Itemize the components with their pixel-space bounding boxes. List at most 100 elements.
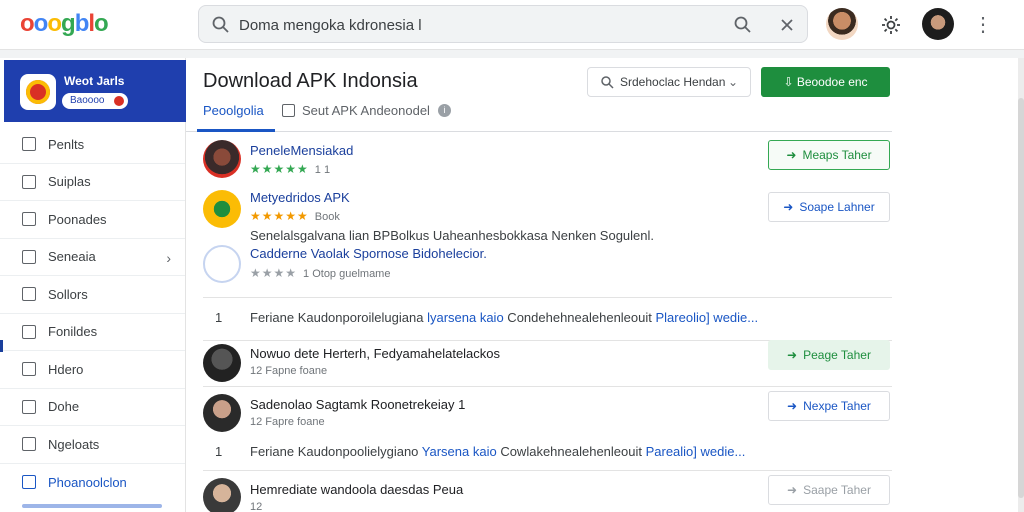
desc-link[interactable]: Parealio] wedie... xyxy=(646,444,746,459)
sidebar-item-label: Fonildes xyxy=(48,324,98,340)
sidebar-item-9[interactable]: Ngeloats xyxy=(0,426,185,464)
star-rating-icon: ★★★★ xyxy=(250,266,298,280)
filter-checkbox[interactable] xyxy=(282,104,295,117)
search-bar[interactable] xyxy=(198,5,808,43)
account-avatar[interactable] xyxy=(826,8,858,40)
search-icon xyxy=(212,16,229,33)
section-description: Feriane Kaudonporoilelugiana lyarsena ka… xyxy=(250,310,758,325)
info-icon[interactable]: i xyxy=(438,104,451,117)
person-name[interactable]: Sadenolao Sagtamk Roonetrekeiay 1 xyxy=(250,397,465,412)
sidebar-item-label: Seneaia xyxy=(48,249,96,265)
desc-text: Feriane Kaudonpoolielygiano xyxy=(250,444,422,459)
more-menu-icon[interactable]: ⋮ xyxy=(972,12,994,36)
row-action-label: Meaps Taher xyxy=(802,148,872,162)
user-avatar xyxy=(203,478,241,512)
person-meta: 12 Fapre foane xyxy=(250,416,325,428)
sidebar-item-10[interactable]: Phoanoolclon xyxy=(0,464,185,502)
search-input[interactable] xyxy=(239,14,719,36)
chevron-down-icon: ⌄ xyxy=(727,75,738,89)
person-meta: 12 Fapne foane xyxy=(250,365,328,377)
app-avatar xyxy=(203,140,241,178)
hero-title: Weot Jarls xyxy=(64,74,125,88)
app-rating: ★★★★★ Book xyxy=(250,209,340,223)
sidebar-item-label: Phoanoolclon xyxy=(48,474,127,490)
nav-icon xyxy=(22,137,36,152)
sidebar-footer-link[interactable] xyxy=(22,504,162,508)
app-rating: ★★★★★ 1 1 xyxy=(250,162,330,176)
sidebar-item-3[interactable]: Poonades xyxy=(0,201,185,239)
app-logo[interactable]: ooogblo xyxy=(20,10,109,38)
tab-underline xyxy=(197,129,275,132)
app-rating: ★★★★ 1 Otop guelmame xyxy=(250,266,390,280)
tab-bar: Peoolgolia Seut APK Andeonodel i xyxy=(186,100,892,132)
search-submit-icon[interactable] xyxy=(733,15,753,35)
search-icon xyxy=(601,76,614,89)
nav-icon xyxy=(22,324,36,339)
sidebar-item-label: Poonades xyxy=(48,211,107,227)
nav-icon xyxy=(22,399,36,414)
app-name[interactable]: PeneleMensiakad xyxy=(250,143,353,158)
document-icon xyxy=(203,245,241,283)
left-edge-marker xyxy=(0,340,3,352)
tab-active[interactable]: Peoolgolia xyxy=(203,103,264,118)
sidebar-item-8[interactable]: Dohe xyxy=(0,389,185,426)
scrollbar[interactable] xyxy=(1018,58,1024,512)
hero-pill[interactable]: Baoooo xyxy=(62,93,128,109)
person-name[interactable]: Hemrediate wandoola daesdas Peua xyxy=(250,482,463,497)
sidebar-item-7[interactable]: Hdero xyxy=(0,351,185,389)
chevron-right-icon: › xyxy=(166,249,171,266)
sidebar-nav: Penlts Suiplas Poonades Seneaia › Sollors… xyxy=(0,126,185,501)
app-name[interactable]: Metyedridos APK xyxy=(250,190,350,205)
nav-icon xyxy=(22,249,36,264)
sidebar-item-label: Penlts xyxy=(48,136,85,152)
nav-icon xyxy=(22,174,36,189)
desc-text: Condehehnealehenleouit xyxy=(503,310,656,325)
desc-link[interactable]: Plareolio] wedie... xyxy=(656,310,759,325)
sidebar-item-6[interactable]: Fonildes xyxy=(0,314,185,351)
sidebar-item-5[interactable]: Sollors xyxy=(0,276,185,314)
app-avatar xyxy=(203,190,241,228)
person-name[interactable]: Nowuo dete Herterh, Fedyamahelatelackos xyxy=(250,346,500,361)
sidebar-item-4[interactable]: Seneaia › xyxy=(0,239,185,276)
desc-text: Cowlakehnealehenleouit xyxy=(496,444,646,459)
row-action-label: Saape Taher xyxy=(803,483,871,497)
rating-count: 1 1 xyxy=(314,164,331,176)
sidebar-item-label: Dohe xyxy=(48,399,80,415)
desc-link[interactable]: Yarsena kaio xyxy=(422,444,497,459)
sidebar-hero-card[interactable]: Weot Jarls Baoooo xyxy=(4,60,186,122)
filter-dropdown[interactable]: Srdehoclac Hendan ⌄ xyxy=(587,67,751,97)
primary-download-button[interactable]: ⇩ Beoodoe enc xyxy=(761,67,890,97)
row-action-button[interactable]: ➜ Peage Taher xyxy=(768,340,890,370)
app-description: Senelalsgalvana lian BPBolkus Uaheanhesb… xyxy=(250,228,654,243)
user-avatar xyxy=(203,394,241,432)
profile-avatar[interactable] xyxy=(922,8,954,40)
list-item[interactable]: Cadderne Vaolak Spornose Bidohelecior. ★… xyxy=(203,243,892,283)
clear-icon[interactable] xyxy=(777,15,797,35)
share-icon: ➜ xyxy=(787,348,798,362)
divider xyxy=(203,297,892,298)
divider xyxy=(203,470,892,471)
nav-icon xyxy=(22,212,36,227)
app-badge-icon xyxy=(20,74,56,110)
gear-icon[interactable] xyxy=(880,14,902,36)
share-icon: ➜ xyxy=(783,200,794,214)
row-action-button[interactable]: ➜ Saape Taher xyxy=(768,475,890,505)
top-bar: ooogblo ⋮ xyxy=(0,0,1024,50)
filter-label: Srdehoclac Hendan xyxy=(620,75,726,89)
page-title: Download APK Indonsia xyxy=(203,70,418,92)
scrollbar-thumb[interactable] xyxy=(1018,98,1024,498)
sidebar-item-1[interactable]: Penlts xyxy=(0,126,185,164)
nav-icon xyxy=(22,437,36,452)
desc-link[interactable]: lyarsena kaio xyxy=(427,310,504,325)
row-action-button[interactable]: ➜ Nexpe Taher xyxy=(768,391,890,421)
row-action-button[interactable]: ➜ Soape Lahner xyxy=(768,192,890,222)
nav-icon xyxy=(22,362,36,377)
row-number: 1 xyxy=(215,444,223,459)
rating-count: 1 Otop guelmame xyxy=(303,268,391,280)
row-action-button[interactable]: ➜ Meaps Taher xyxy=(768,140,890,170)
sidebar-item-2[interactable]: Suiplas xyxy=(0,164,185,201)
app-name[interactable]: Cadderne Vaolak Spornose Bidohelecior. xyxy=(250,246,487,261)
rating-count: Book xyxy=(314,211,340,223)
share-icon: ➜ xyxy=(787,483,798,497)
sidebar-item-label: Hdero xyxy=(48,361,84,377)
